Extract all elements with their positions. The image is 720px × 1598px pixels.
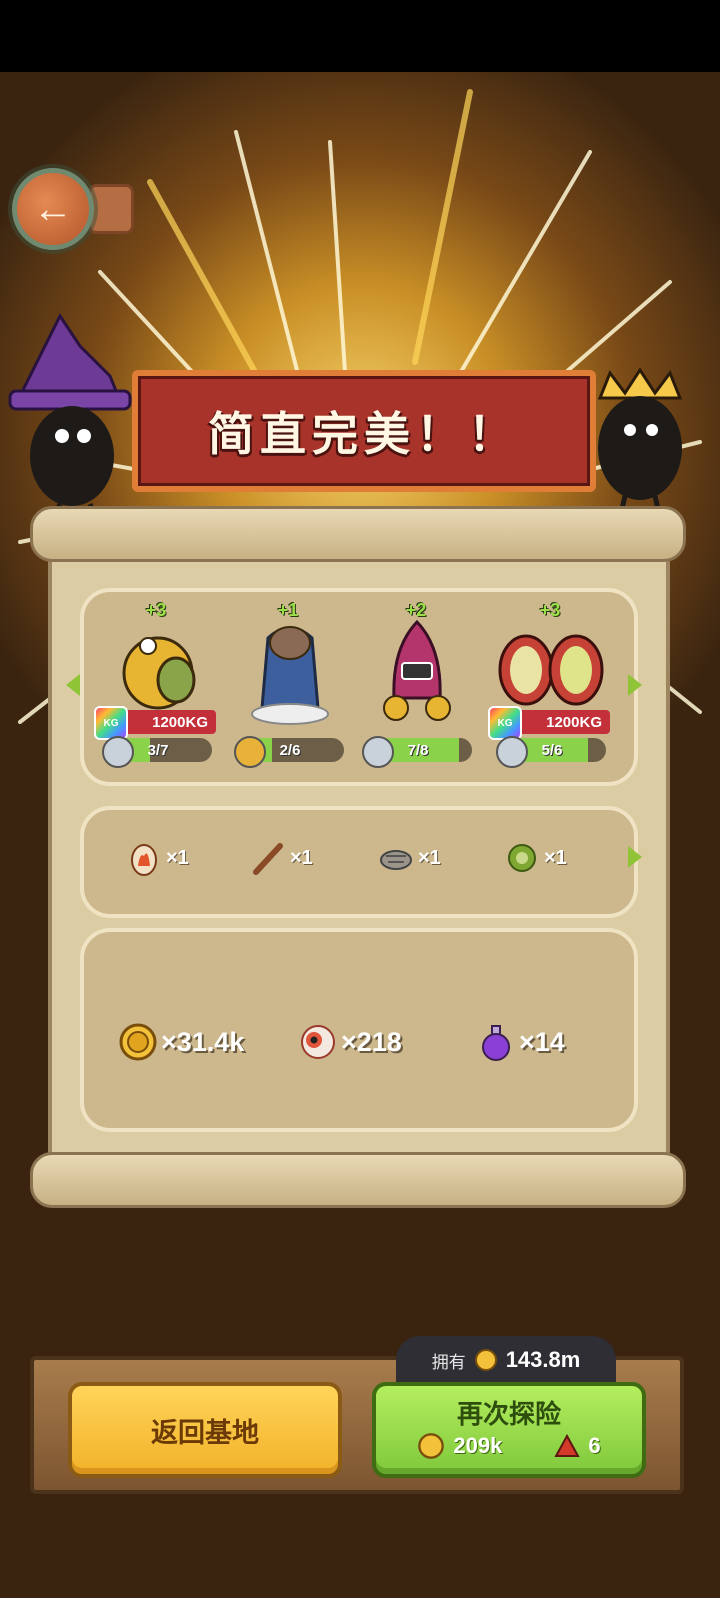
explore-again-label: 再次探险 [456,1399,561,1429]
viking-helmet-icon [496,736,528,768]
purple-potion-icon [482,1025,510,1061]
crown-character [597,368,683,518]
weight-kg-icon: KG [488,706,522,740]
blue-robed-creature-icon [251,626,329,725]
item-slot-2[interactable]: ×1 [250,838,313,878]
resource-gold: ×31.4k [118,1020,244,1064]
back-button-handle [88,184,134,234]
explore-again-cost: 209k 6 [376,1432,642,1460]
banner-title: 简直完美！！ [208,408,520,460]
weight-value: 1200KG [152,713,208,731]
item-slot-4[interactable]: ×1 [504,838,567,878]
green-seed-icon [508,844,536,872]
creatures-next-arrow-icon[interactable] [628,674,642,696]
item-slot-3[interactable]: ×1 [378,838,441,878]
owned-label: 拥有 [431,1352,466,1372]
explore-again-button[interactable]: 再次探险 209k 6 [372,1382,646,1478]
resource-eyeball: ×218 [298,1020,402,1064]
fossil-icon [380,850,412,870]
creature-card-2[interactable]: +1 2/6 [228,600,348,770]
item-count: ×1 [418,846,441,869]
purple-rocket-creature-icon [383,619,451,721]
resource-potion: ×14 [476,1020,565,1064]
viking-helmet-icon [102,736,134,768]
weight-value: 1200KG [546,713,602,731]
gold-coin-icon [474,1349,497,1371]
fire-egg-icon [131,844,157,876]
coin-cost: 209k [453,1433,503,1458]
owned-coins-display: 拥有 143.8m [396,1336,616,1384]
scroll-roll-top [30,506,686,562]
gold-coin-icon [119,1023,157,1061]
return-base-label: 返回基地 [151,1417,259,1448]
creature-card-4[interactable]: +3 KG 1200KG 5/6 [488,600,610,770]
gold-coin-icon [418,1433,445,1459]
scroll-roll-bottom [30,1152,686,1208]
gem-cost: 6 [588,1433,601,1458]
items-next-arrow-icon[interactable] [628,846,642,868]
title-banner: 简直完美！！ [132,370,596,492]
return-base-button[interactable]: 返回基地 [68,1382,342,1478]
viking-helmet-icon [362,736,394,768]
wood-stick-icon [253,843,283,875]
item-count: ×1 [290,846,313,869]
resource-count: ×218 [341,1026,402,1057]
weight-kg-icon: KG [94,706,128,740]
creatures-prev-arrow-icon[interactable] [66,674,80,696]
apple-twins-creature-icon [498,634,604,706]
weight-badge: KG 1200KG [488,706,610,740]
yellow-creature-icon [122,636,196,710]
creature-card-1[interactable]: +3 KG 1200KG 3/7 [94,600,216,770]
back-arrow-icon: ← [12,168,94,250]
witch-hat-character [8,313,132,516]
status-bar [0,0,720,72]
back-button[interactable]: ← [8,160,134,250]
resource-count: ×14 [519,1026,565,1057]
resource-count: ×31.4k [161,1026,245,1057]
gold-helmet-icon [234,736,266,768]
eyeball-icon [301,1025,335,1059]
red-gem-icon [554,1434,581,1457]
item-slot-1[interactable]: ×1 [126,838,189,878]
item-count: ×1 [166,846,189,869]
creature-card-3[interactable]: +2 7/8 [356,600,476,770]
item-count: ×1 [544,846,567,869]
weight-badge: KG 1200KG [94,706,216,740]
owned-value: 143.8m [505,1347,581,1372]
